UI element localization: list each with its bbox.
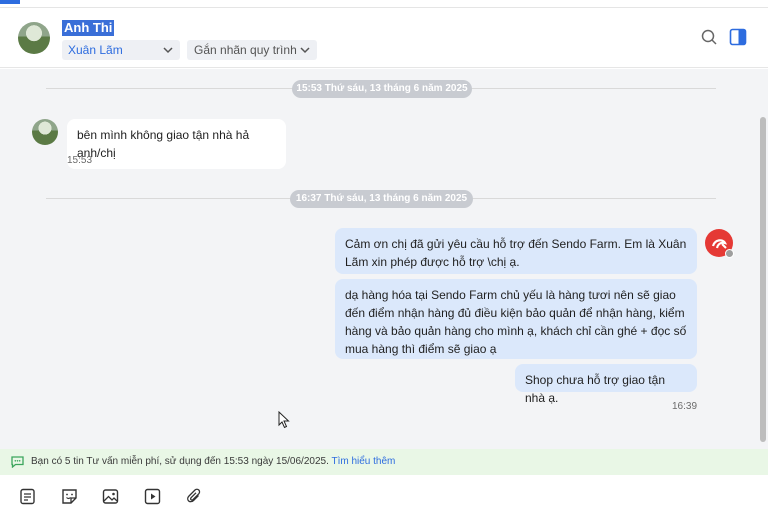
date-separator: 16:37 Thứ sáu, 13 tháng 6 năm 2025 [290, 190, 473, 208]
outgoing-message: Cảm ơn chị đã gửi yêu cầu hỗ trợ đến Sen… [335, 228, 697, 274]
message-time: 15:53 [67, 155, 93, 166]
scrollbar[interactable] [758, 69, 768, 449]
side-panel-toggle-icon[interactable] [729, 28, 747, 46]
message-time: 16:39 [672, 401, 698, 412]
attachment-icon[interactable] [186, 488, 203, 505]
date-separator: 15:53 Thứ sáu, 13 tháng 6 năm 2025 [292, 80, 472, 98]
online-status-dot [725, 249, 734, 258]
contact-avatar-small [32, 119, 58, 145]
outgoing-message: dạ hàng hóa tại Sendo Farm chủ yếu là hà… [335, 279, 697, 359]
composer-toolbar [0, 475, 768, 510]
message-template-icon[interactable] [19, 488, 36, 505]
assignee-value: Xuân Lãm [68, 43, 123, 57]
process-tag-select[interactable]: Gắn nhãn quy trình [187, 40, 317, 60]
top-tab-strip [0, 0, 768, 8]
chevron-down-icon [163, 47, 173, 54]
video-icon[interactable] [144, 488, 161, 505]
assignee-select[interactable]: Xuân Lãm [62, 40, 180, 60]
incoming-message: bên mình không giao tận nhà hả anh/chị [67, 119, 286, 169]
contact-avatar[interactable] [18, 22, 50, 54]
outgoing-message: Shop chưa hỗ trợ giao tận nhà ạ. [515, 364, 697, 405]
scrollbar-thumb[interactable] [760, 117, 766, 442]
mouse-cursor-icon [278, 411, 290, 429]
sticker-icon[interactable] [61, 488, 78, 505]
message-list[interactable]: 15:53 Thứ sáu, 13 tháng 6 năm 2025 bên m… [0, 69, 768, 449]
chevron-down-icon [300, 47, 310, 54]
notice-text: Bạn có 5 tin Tư vấn miễn phí, sử dụng đế… [31, 456, 329, 467]
contact-name[interactable]: Anh Thi [62, 20, 115, 36]
learn-more-link[interactable]: Tìm hiểu thêm [331, 456, 395, 467]
chat-bubble-icon [11, 456, 24, 468]
chat-header: Anh Thi Xuân Lãm Gắn nhãn quy trình [0, 8, 768, 68]
process-tag-label: Gắn nhãn quy trình [194, 43, 297, 57]
search-icon[interactable] [700, 28, 718, 46]
free-consult-notice: Bạn có 5 tin Tư vấn miễn phí, sử dụng đế… [0, 449, 768, 475]
active-tab-indicator [0, 0, 20, 4]
image-icon[interactable] [102, 488, 119, 505]
shop-avatar [705, 229, 734, 258]
